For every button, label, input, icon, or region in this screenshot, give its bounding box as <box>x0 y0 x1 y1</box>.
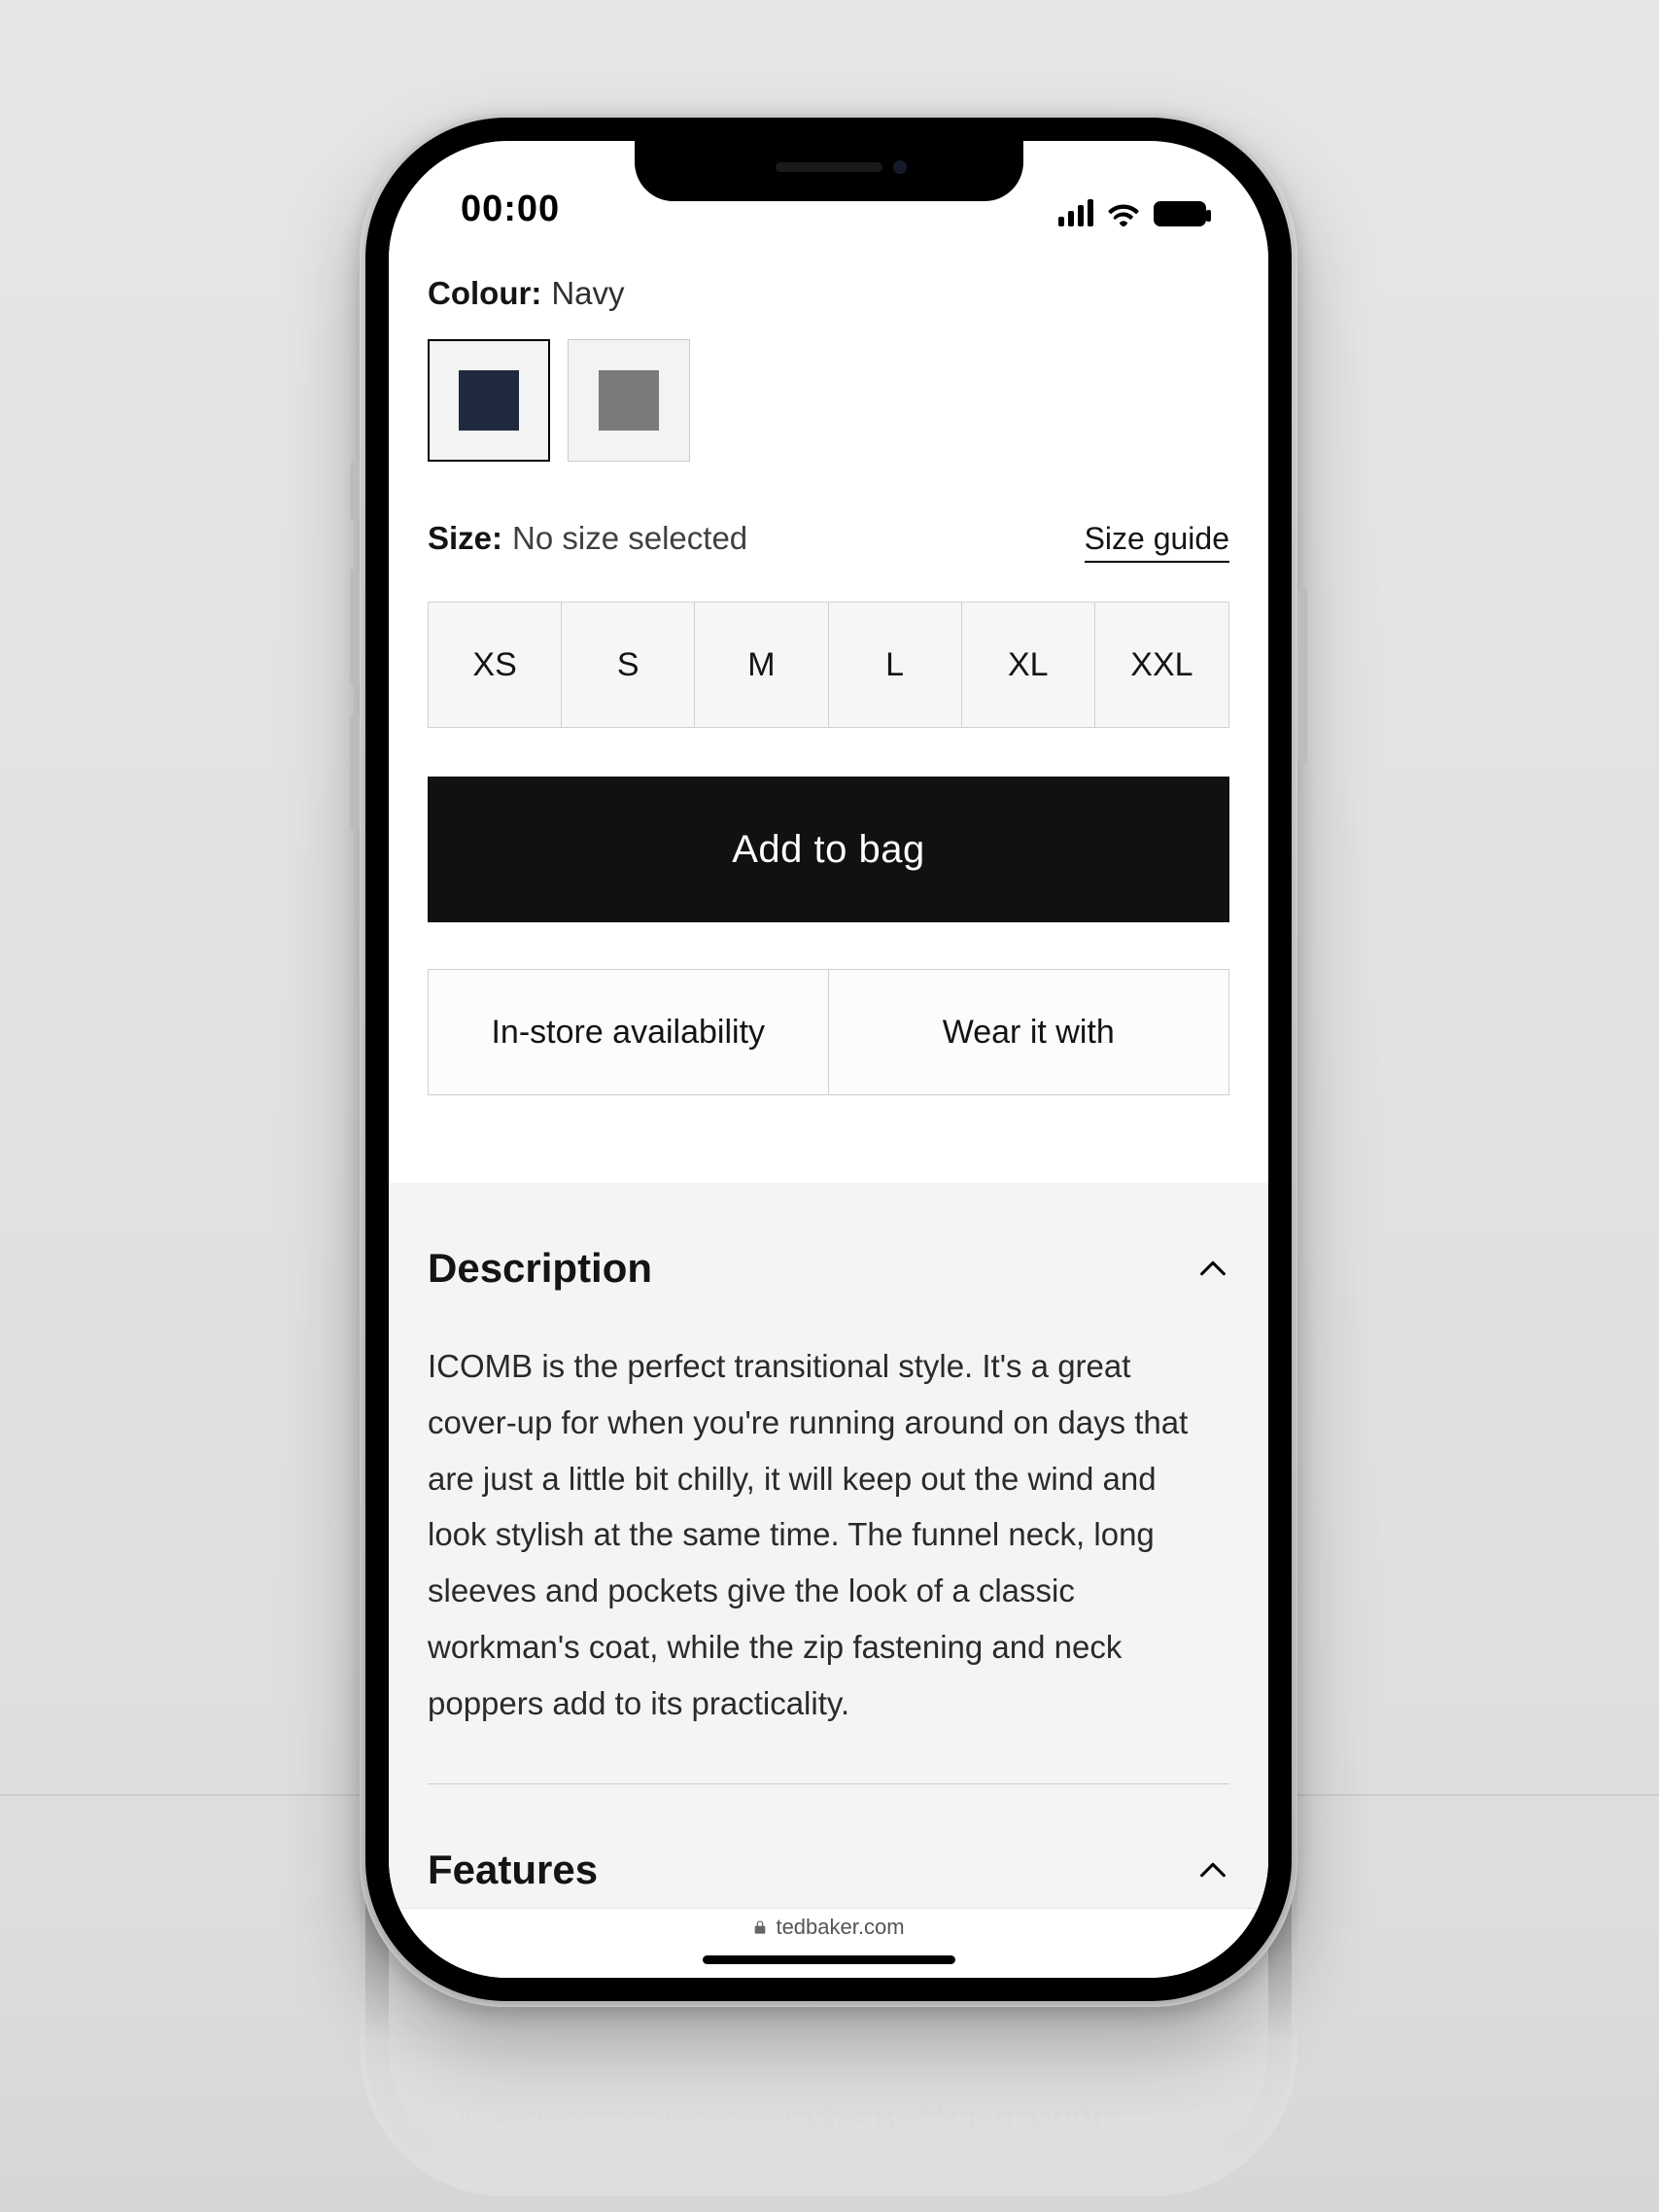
product-page: Colour: Navy Size: <box>389 238 1268 1908</box>
size-option-xl[interactable]: XL <box>962 603 1095 727</box>
side-power-button <box>1297 588 1307 763</box>
size-guide-link[interactable]: Size guide <box>1085 521 1229 563</box>
colour-swatches <box>428 339 1229 462</box>
size-option-s[interactable]: S <box>562 603 695 727</box>
signal-icon <box>1058 199 1093 226</box>
home-indicator[interactable] <box>703 1955 955 1964</box>
lock-icon <box>752 1919 768 1935</box>
colour-selected: Navy <box>551 275 624 312</box>
phone-frame: 00:00 Colour: <box>360 112 1297 2007</box>
swatch-chip <box>599 370 659 431</box>
features-heading: Features <box>428 1847 598 1893</box>
side-volume-down <box>350 714 360 831</box>
browser-url-bar[interactable]: tedbaker.com <box>389 1908 1268 1978</box>
chevron-up-icon <box>1196 1252 1229 1285</box>
size-option-xs[interactable]: XS <box>429 603 562 727</box>
add-to-bag-button[interactable]: Add to bag <box>428 777 1229 922</box>
description-accordion-header[interactable]: Description <box>428 1183 1229 1292</box>
secondary-actions: In-store availability Wear it with <box>428 969 1229 1095</box>
size-label: Size: <box>428 520 502 557</box>
colour-label-row: Colour: Navy <box>428 275 1229 312</box>
colour-swatch-navy[interactable] <box>428 339 550 462</box>
size-header: Size: No size selected Size guide <box>428 520 1229 563</box>
browser-domain: tedbaker.com <box>776 1915 904 1940</box>
size-selected: No size selected <box>512 520 747 557</box>
size-option-m[interactable]: M <box>695 603 828 727</box>
size-options: XS S M L XL XXL <box>428 602 1229 728</box>
chevron-up-icon <box>1196 1853 1229 1886</box>
description-heading: Description <box>428 1245 652 1292</box>
in-store-availability-button[interactable]: In-store availability <box>428 969 829 1095</box>
size-option-l[interactable]: L <box>829 603 962 727</box>
side-mute-switch <box>350 462 360 520</box>
battery-icon <box>1154 201 1206 226</box>
wear-it-with-button[interactable]: Wear it with <box>829 969 1230 1095</box>
size-option-xxl[interactable]: XXL <box>1095 603 1228 727</box>
status-time: 00:00 <box>441 189 560 230</box>
details-block: Description ICOMB is the perfect transit… <box>389 1183 1268 1908</box>
wifi-icon <box>1107 199 1140 226</box>
colour-swatch-grey[interactable] <box>568 339 690 462</box>
description-body: ICOMB is the perfect transitional style.… <box>428 1338 1229 1731</box>
phone-notch <box>635 141 1023 201</box>
side-volume-up <box>350 569 360 685</box>
colour-label: Colour: <box>428 275 541 312</box>
features-accordion-header[interactable]: Features <box>428 1784 1229 1893</box>
swatch-chip <box>459 370 519 431</box>
